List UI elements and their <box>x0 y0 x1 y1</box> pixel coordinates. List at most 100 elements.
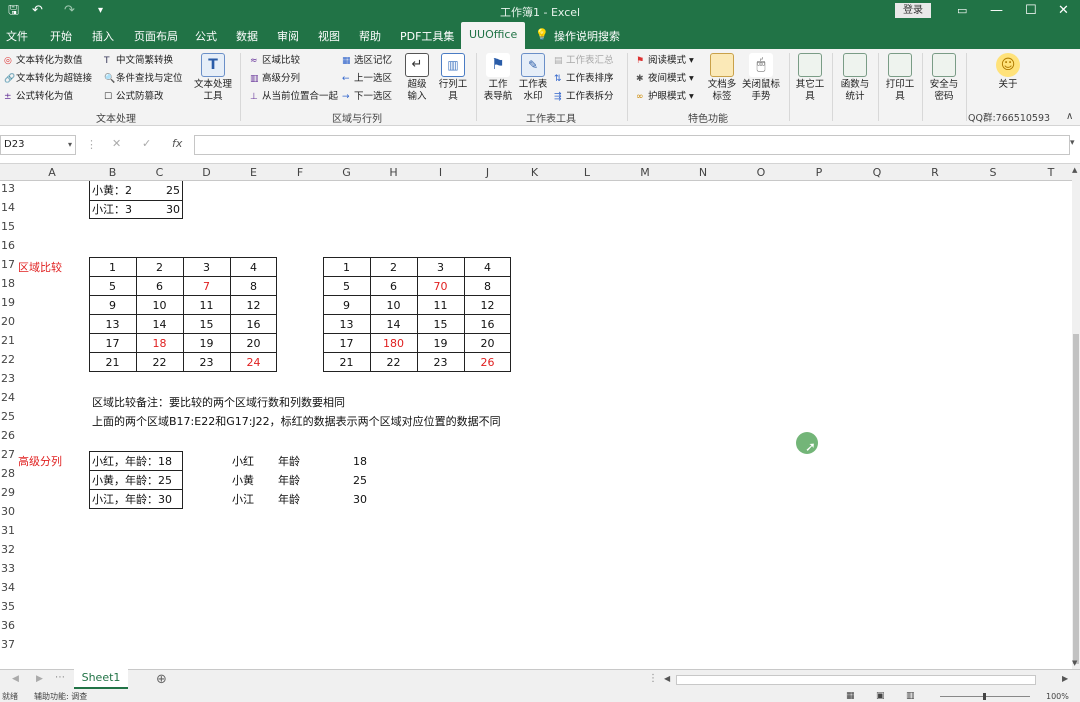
selection-memory-button[interactable]: ▦ 选区记忆 <box>342 55 392 67</box>
close-icon[interactable]: ✕ <box>1058 3 1069 19</box>
text-to-hyperlink-button[interactable]: 🔗文本转化为超链接 <box>4 73 92 85</box>
row-header[interactable]: 14 <box>0 201 15 214</box>
row-header[interactable]: 34 <box>0 581 15 594</box>
scroll-thumb[interactable] <box>1073 334 1079 664</box>
row-header[interactable]: 18 <box>0 277 15 290</box>
zoom-level[interactable]: 100% <box>1046 692 1069 702</box>
table-b-cell-diff[interactable]: 70 <box>417 277 464 296</box>
table-a-cell[interactable]: 2 <box>136 258 183 277</box>
table-b-cell-diff[interactable]: 26 <box>464 353 511 372</box>
table-a-cell[interactable]: 6 <box>136 277 183 296</box>
print-tools-button[interactable]: 打印工 具 <box>882 53 918 103</box>
page-break-icon[interactable]: ▥ <box>906 691 915 701</box>
tab-insert[interactable]: 插入 <box>92 28 114 44</box>
row-header[interactable]: 31 <box>0 524 15 537</box>
table-a-cell[interactable]: 5 <box>89 277 136 296</box>
close-mouse-gesture-button[interactable]: 🖱 关闭鼠标 手势 <box>740 53 782 103</box>
tab-home[interactable]: 开始 <box>50 28 72 44</box>
row-header[interactable]: 16 <box>0 239 15 252</box>
region-compare-button[interactable]: ≈ 区域比较 <box>250 55 300 67</box>
split-source-cell[interactable]: 小江，年龄：30 <box>92 490 184 509</box>
sheet-sort-button[interactable]: ⇅ 工作表排序 <box>554 73 614 85</box>
row-header[interactable]: 17 <box>0 258 15 271</box>
table-b-cell[interactable]: 5 <box>323 277 370 296</box>
formula-to-value-button[interactable]: ± 公式转化为值 <box>4 91 73 103</box>
night-mode-button[interactable]: ✱ 夜间模式 ▾ <box>636 73 694 85</box>
previous-selection-button[interactable]: ← 上一选区 <box>342 73 392 85</box>
row-header[interactable]: 29 <box>0 486 15 499</box>
col-header-i[interactable]: I <box>417 166 464 179</box>
row-header[interactable]: 26 <box>0 429 15 442</box>
maximize-icon[interactable]: ☐ <box>1025 3 1037 19</box>
table-b-cell[interactable]: 23 <box>417 353 464 372</box>
sheet-nav-button[interactable]: ⚑ 工作 表导航 <box>480 53 516 103</box>
table-a-cell[interactable]: 23 <box>183 353 230 372</box>
minimize-icon[interactable]: — <box>990 3 1003 19</box>
section-region-compare[interactable]: 区域比较 <box>18 258 88 277</box>
table-a-cell-diff[interactable]: 18 <box>136 334 183 353</box>
sheet-tab-sheet1[interactable]: Sheet1 <box>74 669 128 689</box>
cell-c13[interactable]: 25 <box>140 181 180 200</box>
row-header[interactable]: 35 <box>0 600 15 613</box>
col-header-f[interactable]: F <box>277 166 323 179</box>
insert-function-icon[interactable]: fx <box>172 137 182 150</box>
table-b-cell[interactable]: 12 <box>464 296 511 315</box>
table-a-cell[interactable]: 4 <box>230 258 277 277</box>
col-header-b[interactable]: B <box>89 166 136 179</box>
table-b-cell[interactable]: 4 <box>464 258 511 277</box>
split-label-cell[interactable]: 年龄 <box>278 490 318 509</box>
confirm-icon[interactable]: ✓ <box>142 137 151 150</box>
cancel-icon[interactable]: ✕ <box>112 137 121 150</box>
more-sheets-icon[interactable]: ⋯ <box>55 672 65 683</box>
tab-view[interactable]: 视图 <box>318 28 340 44</box>
note-line-1[interactable]: 区域比较备注：要比较的两个区域行数和列数要相同 <box>92 393 692 412</box>
table-b-cell[interactable]: 11 <box>417 296 464 315</box>
undo-icon[interactable]: ↶ <box>32 3 43 19</box>
split-age-cell[interactable]: 18 <box>340 452 367 471</box>
login-button[interactable]: 登录 <box>895 3 931 18</box>
table-a-cell[interactable]: 16 <box>230 315 277 334</box>
tab-formulas[interactable]: 公式 <box>195 28 217 44</box>
row-header[interactable]: 22 <box>0 353 15 366</box>
text-tools-button[interactable]: T 文本处理 工具 <box>192 53 234 103</box>
row-header[interactable]: 36 <box>0 619 15 632</box>
simplified-traditional-button[interactable]: T 中文简繁转换 <box>104 55 173 67</box>
table-b-cell[interactable]: 21 <box>323 353 370 372</box>
about-button[interactable]: ☺ 关于 <box>990 53 1026 91</box>
tab-file[interactable]: 文件 <box>6 28 28 44</box>
table-a-cell[interactable]: 13 <box>89 315 136 334</box>
tab-uuoffice[interactable]: UUOffice <box>461 22 526 49</box>
scroll-down-icon[interactable]: ▼ <box>1072 659 1077 667</box>
table-b-cell[interactable]: 15 <box>417 315 464 334</box>
row-header[interactable]: 15 <box>0 220 15 233</box>
next-selection-button[interactable]: → 下一选区 <box>342 91 392 103</box>
horizontal-scroll-thumb[interactable] <box>676 675 1036 685</box>
table-b-cell[interactable]: 16 <box>464 315 511 334</box>
advanced-split-button[interactable]: ▥ 高级分列 <box>250 73 300 85</box>
table-a-cell[interactable]: 11 <box>183 296 230 315</box>
row-header[interactable]: 32 <box>0 543 15 556</box>
split-name-cell[interactable]: 小黄 <box>232 471 272 490</box>
eye-care-mode-button[interactable]: ∞ 护眼模式 ▾ <box>636 91 694 103</box>
customize-qat-icon[interactable]: ▾ <box>98 3 103 19</box>
row-header[interactable]: 30 <box>0 505 15 518</box>
col-header-e[interactable]: E <box>230 166 277 179</box>
accessibility-status[interactable]: 辅助功能: 调查 <box>34 692 87 702</box>
tell-me-search[interactable]: 操作说明搜索 <box>554 28 620 44</box>
row-header[interactable]: 21 <box>0 334 15 347</box>
name-box[interactable]: D23 ▾ <box>0 135 76 155</box>
vertical-scrollbar[interactable]: ▲ ▼ <box>1072 164 1080 669</box>
row-header[interactable]: 25 <box>0 410 15 423</box>
collapse-ribbon-icon[interactable]: ∧ <box>1066 111 1073 122</box>
col-header-m[interactable]: M <box>616 166 674 179</box>
row-header[interactable]: 23 <box>0 372 15 385</box>
table-b-cell[interactable]: 13 <box>323 315 370 334</box>
table-b-cell-diff[interactable]: 180 <box>370 334 417 353</box>
row-column-tools-button[interactable]: ▥ 行列工 具 <box>436 53 470 103</box>
col-header-l[interactable]: L <box>558 166 616 179</box>
row-header[interactable]: 28 <box>0 467 15 480</box>
table-a-cell[interactable]: 10 <box>136 296 183 315</box>
table-a-cell[interactable]: 19 <box>183 334 230 353</box>
row-header[interactable]: 13 <box>0 182 15 195</box>
table-a-cell[interactable]: 1 <box>89 258 136 277</box>
